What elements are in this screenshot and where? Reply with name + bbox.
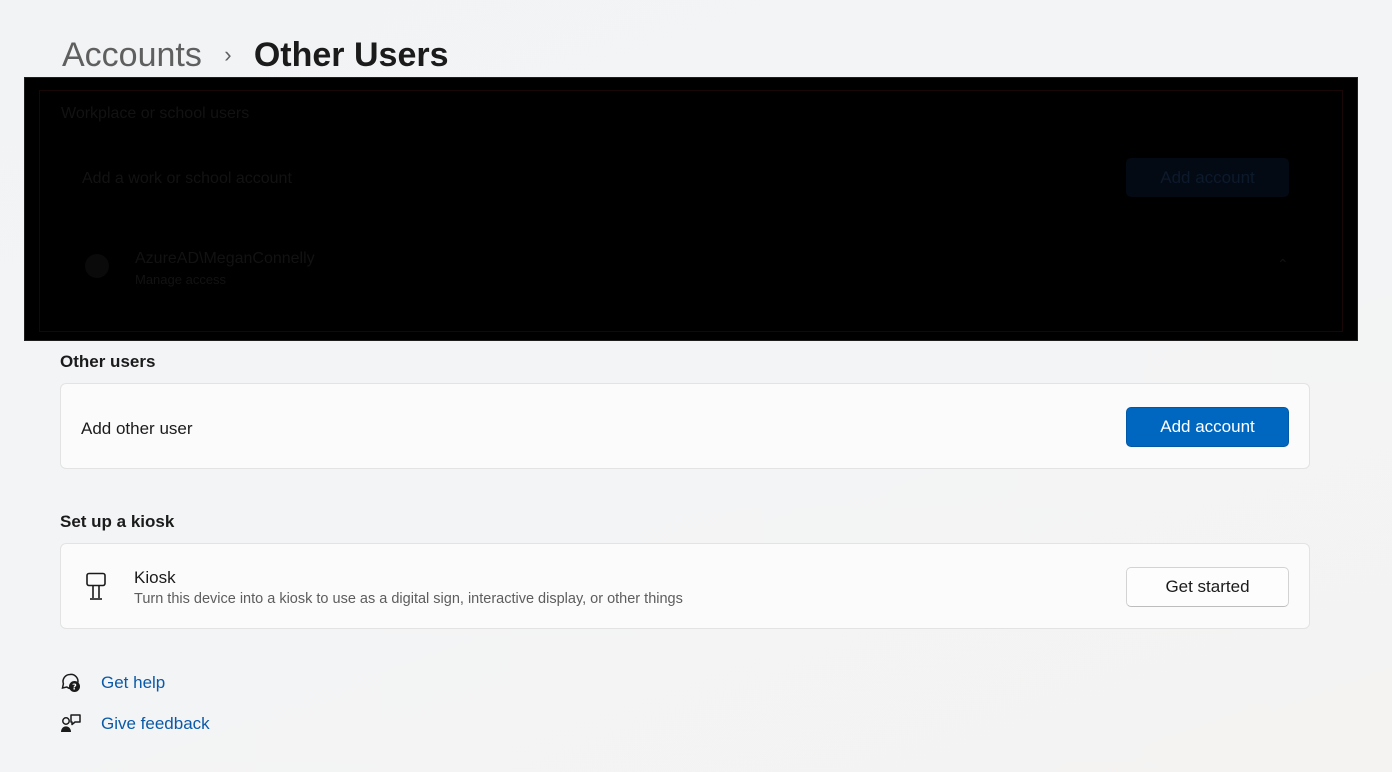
kiosk-title: Kiosk xyxy=(134,568,176,587)
obscured-add-account-button[interactable]: Add account xyxy=(1126,158,1289,197)
add-other-user-label: Add other user xyxy=(81,419,193,438)
redaction-overlay: Workplace or school users Add a work or … xyxy=(24,77,1358,341)
help-icon: ? xyxy=(61,673,80,692)
chevron-up-icon[interactable]: ⌃ xyxy=(1277,256,1289,273)
kiosk-icon xyxy=(86,572,106,600)
add-other-user-card: Add other user Add account xyxy=(60,383,1310,469)
breadcrumb-accounts[interactable]: Accounts xyxy=(62,36,202,75)
give-feedback-link[interactable]: Give feedback xyxy=(60,710,210,738)
svg-text:?: ? xyxy=(72,682,77,691)
obscured-account-name: AzureAD\MeganConnelly xyxy=(135,250,315,267)
obscured-section-title: Workplace or school users xyxy=(61,105,250,122)
obscured-account-sub: Manage access xyxy=(135,272,227,287)
get-started-button[interactable]: Get started xyxy=(1126,567,1289,607)
get-help-link[interactable]: ? Get help xyxy=(60,669,165,697)
page-title: Other Users xyxy=(253,35,449,74)
feedback-icon xyxy=(61,714,81,732)
chevron-right-icon: › xyxy=(224,42,232,67)
obscured-card-frame xyxy=(39,90,1343,332)
avatar xyxy=(85,254,109,278)
other-users-heading: Other users xyxy=(60,352,156,371)
kiosk-card: Kiosk Turn this device into a kiosk to u… xyxy=(60,543,1310,629)
get-help-label[interactable]: Get help xyxy=(101,673,165,693)
add-account-button[interactable]: Add account xyxy=(1126,407,1289,447)
breadcrumb: Accounts › Other Users xyxy=(62,32,449,78)
kiosk-heading: Set up a kiosk xyxy=(60,512,175,531)
give-feedback-label[interactable]: Give feedback xyxy=(101,714,210,734)
kiosk-description: Turn this device into a kiosk to use as … xyxy=(134,591,683,607)
obscured-add-label: Add a work or school account xyxy=(82,170,292,187)
